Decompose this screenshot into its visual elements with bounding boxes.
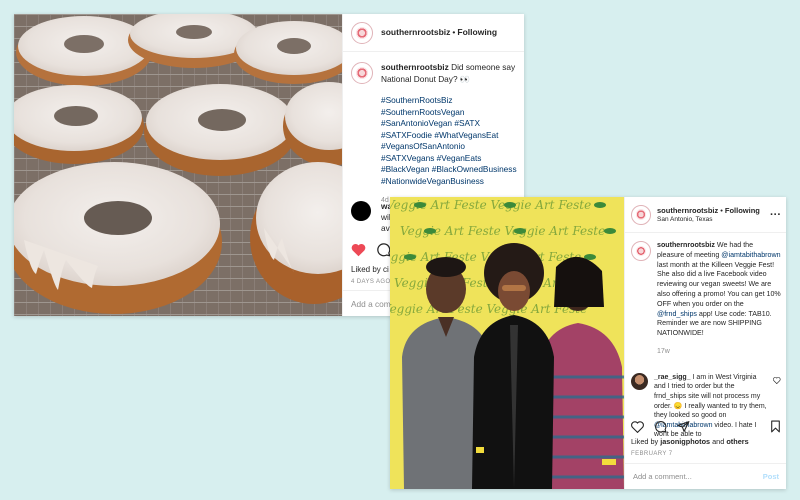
caption-text: last month at the Killeen Veggie Fest! S… — [657, 260, 781, 308]
bookmark-icon[interactable] — [770, 420, 781, 433]
veggie-fest-photo[interactable]: Veggie Art Feste Veggie Art Feste Veggie… — [390, 197, 624, 489]
post-header: southernrootsbiz • Following — [343, 14, 524, 52]
likes-label: Liked by ci — [351, 265, 389, 274]
username-link[interactable]: southernrootsbiz — [657, 206, 718, 215]
profile-avatar[interactable] — [351, 21, 373, 44]
mention-link[interactable]: @iamtabithabrown — [721, 251, 780, 259]
hashtag[interactable]: #VegansOfSanAntonio — [381, 141, 517, 153]
svg-text:Veggie Art Feste Veggie Art F: Veggie Art Feste Veggie Art Feste — [390, 250, 581, 264]
likes-and: and — [712, 437, 725, 446]
likes-text: Liked by ci — [351, 265, 389, 274]
donut — [14, 85, 144, 164]
hashtag[interactable]: #SouthernRootsBiz — [381, 95, 517, 107]
hashtag[interactable]: #BlackVegan #BlackOwnedBusiness — [381, 164, 517, 176]
action-bar — [631, 420, 781, 433]
caption-avatar[interactable] — [631, 241, 651, 261]
add-comment-placeholder: Add a comment... — [633, 472, 692, 481]
donut-photo[interactable] — [14, 14, 342, 316]
separator-dot: • — [720, 205, 723, 215]
veggie-fest-post: Veggie Art Feste Veggie Art Feste Veggie… — [390, 197, 786, 489]
commenter-avatar[interactable] — [351, 201, 371, 221]
hashtag[interactable]: #NationwideVeganBusiness — [381, 176, 517, 188]
hashtag[interactable]: #SanAntonioVegan #SATX — [381, 118, 517, 130]
post-date: 4 DAYS AGO — [351, 279, 391, 285]
hashtag[interactable]: #SouthernRootsVegan — [381, 107, 517, 119]
post-header: southernrootsbiz • Following San Antonio, … — [625, 197, 786, 233]
separator-dot: • — [452, 27, 456, 37]
profile-avatar[interactable] — [631, 204, 651, 225]
comment-icon[interactable] — [654, 420, 667, 433]
comment-icon[interactable] — [376, 242, 391, 257]
following-button[interactable]: Following — [725, 206, 760, 215]
donut — [16, 16, 152, 86]
hashtag[interactable]: #SATXVegans #VeganEats — [381, 153, 517, 165]
likes-prefix: Liked by — [631, 437, 659, 446]
more-icon[interactable]: ··· — [770, 209, 781, 221]
likes-others-link[interactable]: others — [726, 437, 748, 446]
commenter-username[interactable]: _rae_sigg_ — [654, 374, 691, 381]
mention-link[interactable]: @frnd_ships — [657, 310, 697, 318]
caption-username[interactable]: southernrootsbiz — [381, 62, 449, 72]
donut — [14, 162, 222, 314]
add-comment-input[interactable]: Add a comment... Post — [625, 463, 786, 489]
caption-username[interactable]: southernrootsbiz — [657, 241, 715, 249]
liker-username[interactable]: jasonigphotos — [660, 437, 710, 446]
donut — [144, 84, 296, 176]
caption: southernrootsbiz Did someone say Nationa… — [343, 52, 524, 207]
heart-icon[interactable] — [773, 376, 781, 384]
caption: southernrootsbiz We had the pleasure of … — [625, 233, 786, 357]
hashtag[interactable]: #SATXFoodie #WhatVegansEat — [381, 130, 517, 142]
heart-icon[interactable] — [631, 420, 644, 433]
hashtag-list: #SouthernRootsBiz #SouthernRootsVegan #S… — [381, 95, 517, 187]
caption-avatar[interactable] — [351, 62, 373, 84]
comment: wal will ava — [351, 201, 394, 234]
post-age: 17w — [657, 347, 670, 355]
commenter-avatar[interactable] — [631, 372, 648, 390]
likes-text: Liked by jasonigphotos and others — [631, 437, 749, 446]
post-date: FEBRUARY 7 — [631, 451, 673, 457]
username-link[interactable]: southernrootsbiz — [381, 27, 450, 37]
location-link[interactable]: San Antonio, Texas — [657, 215, 760, 224]
post-side-panel: southernrootsbiz • Following San Antonio, … — [624, 197, 786, 489]
share-icon[interactable] — [677, 420, 690, 433]
post-comment-button[interactable]: Post — [763, 472, 779, 481]
following-button[interactable]: Following — [457, 27, 497, 37]
heart-icon[interactable] — [351, 243, 366, 257]
